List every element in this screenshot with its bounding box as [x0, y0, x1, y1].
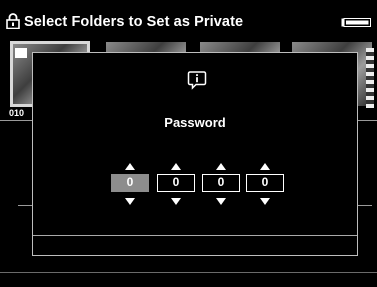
arrow-down-icon[interactable]: [216, 198, 226, 205]
arrow-up-icon[interactable]: [216, 163, 226, 170]
digit-stepper-2[interactable]: 0: [157, 163, 195, 209]
bottom-divider: [0, 272, 377, 273]
password-dialog: Password 0 0 0 0: [32, 52, 358, 256]
dialog-heading: Password: [164, 115, 226, 130]
digit-stepper-1[interactable]: 0: [111, 163, 149, 209]
digit-field-1[interactable]: 0: [111, 174, 149, 192]
digit-field-4[interactable]: 0: [246, 174, 284, 192]
info-icon: [187, 71, 207, 90]
arrow-down-icon[interactable]: [260, 198, 270, 205]
arrow-down-icon[interactable]: [171, 198, 181, 205]
folder-marker-icon: [15, 48, 27, 58]
digit-stepper-4[interactable]: 0: [246, 163, 284, 209]
screen: Select Folders to Set as Private 010 Pas…: [0, 0, 377, 287]
film-strip-edge: [366, 48, 374, 108]
lock-icon: [6, 13, 20, 29]
divider: [358, 120, 377, 121]
digit-field-2[interactable]: 0: [157, 174, 195, 192]
arrow-up-icon[interactable]: [260, 163, 270, 170]
password-digits: 0 0 0 0: [111, 163, 286, 209]
header-bar: Select Folders to Set as Private: [0, 0, 377, 36]
arrow-up-icon[interactable]: [125, 163, 135, 170]
battery-icon: [341, 18, 371, 27]
divider: [0, 120, 32, 121]
arrow-down-icon[interactable]: [125, 198, 135, 205]
divider: [18, 205, 32, 206]
digit-field-3[interactable]: 0: [202, 174, 240, 192]
folder-caption: 010: [9, 108, 25, 118]
digit-stepper-3[interactable]: 0: [202, 163, 240, 209]
dialog-divider: [33, 235, 357, 236]
divider: [358, 205, 372, 206]
page-title: Select Folders to Set as Private: [24, 14, 244, 30]
arrow-up-icon[interactable]: [171, 163, 181, 170]
